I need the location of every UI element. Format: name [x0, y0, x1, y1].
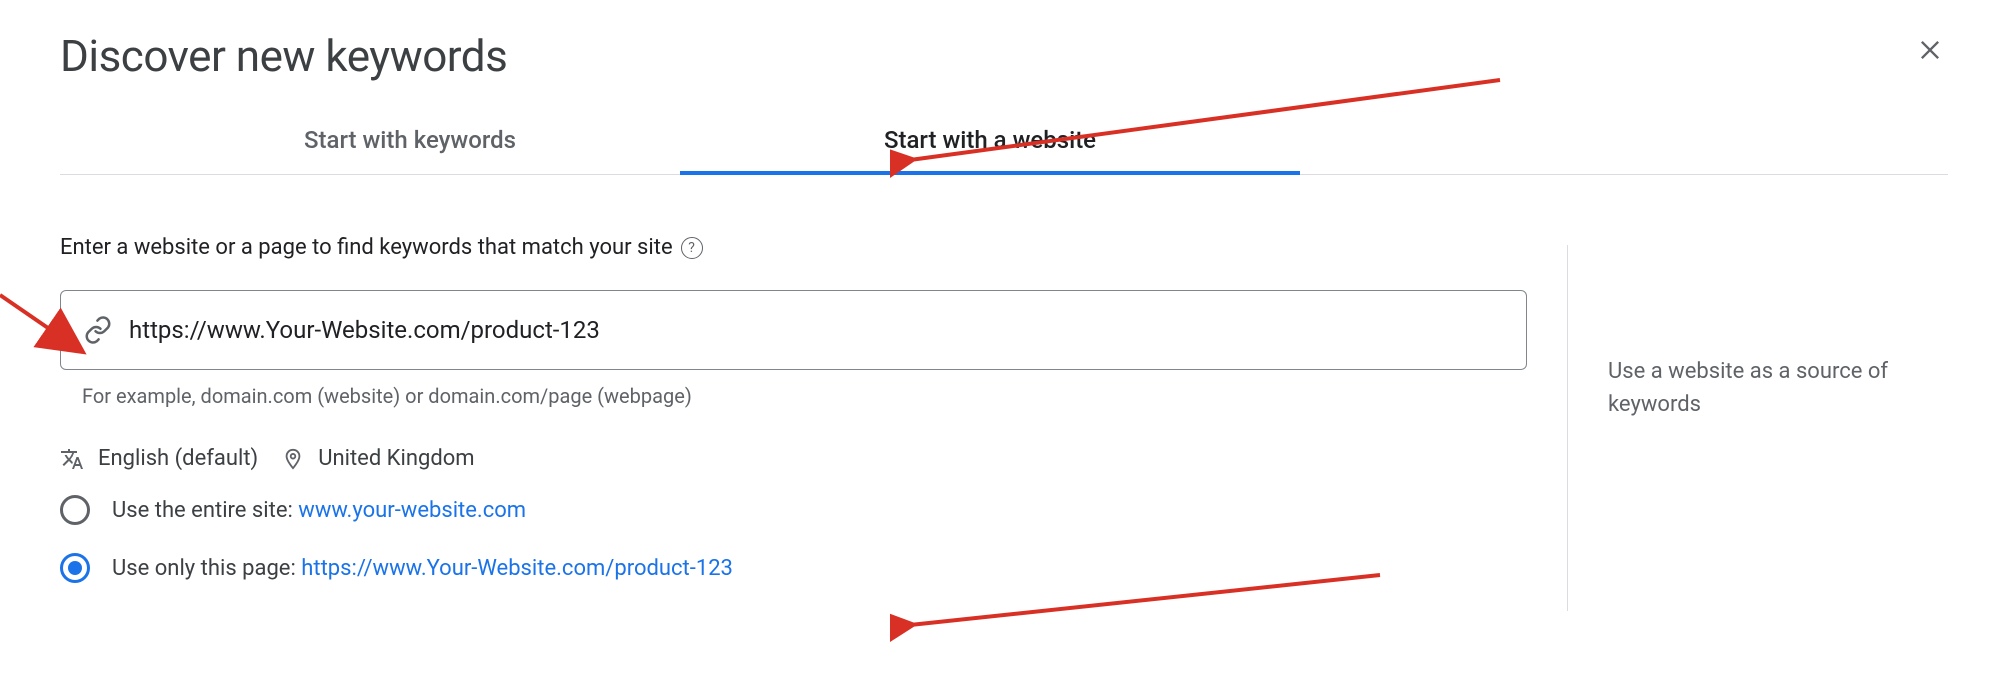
tab-start-with-keywords[interactable]: Start with keywords — [60, 112, 680, 174]
url-hint: For example, domain.com (website) or dom… — [60, 384, 1527, 408]
radio-icon — [60, 495, 90, 525]
radio-use-entire-site[interactable]: Use the entire site: www.your-website.co… — [60, 495, 1527, 525]
radio-entire-url: www.your-website.com — [298, 498, 526, 523]
tab-start-with-website[interactable]: Start with a website — [680, 112, 1300, 174]
language-selector[interactable]: English (default) — [98, 446, 258, 471]
close-icon — [1916, 36, 1944, 64]
sidebar-tip: Use a website as a source of keywords — [1608, 355, 1948, 421]
radio-page-url: https://www.Your-Website.com/product-123 — [301, 556, 733, 581]
radio-entire-label: Use the entire site: — [112, 498, 298, 523]
help-icon[interactable]: ? — [681, 237, 703, 259]
translate-icon — [60, 447, 84, 471]
location-selector[interactable]: United Kingdom — [318, 446, 474, 471]
page-title: Discover new keywords — [60, 30, 507, 82]
radio-use-only-this-page[interactable]: Use only this page: https://www.Your-Web… — [60, 553, 1527, 583]
url-field-label: Enter a website or a page to find keywor… — [60, 235, 1527, 260]
scope-radio-group: Use the entire site: www.your-website.co… — [60, 495, 1527, 583]
url-input[interactable] — [129, 316, 1504, 344]
radio-icon — [60, 553, 90, 583]
url-input-container — [60, 290, 1527, 370]
tab-bar: Start with keywords Start with a website — [60, 112, 1948, 175]
close-button[interactable] — [1912, 30, 1948, 74]
link-icon — [83, 315, 113, 345]
radio-page-label: Use only this page: — [112, 556, 301, 581]
url-field-label-text: Enter a website or a page to find keywor… — [60, 235, 673, 260]
location-pin-icon — [282, 448, 304, 470]
